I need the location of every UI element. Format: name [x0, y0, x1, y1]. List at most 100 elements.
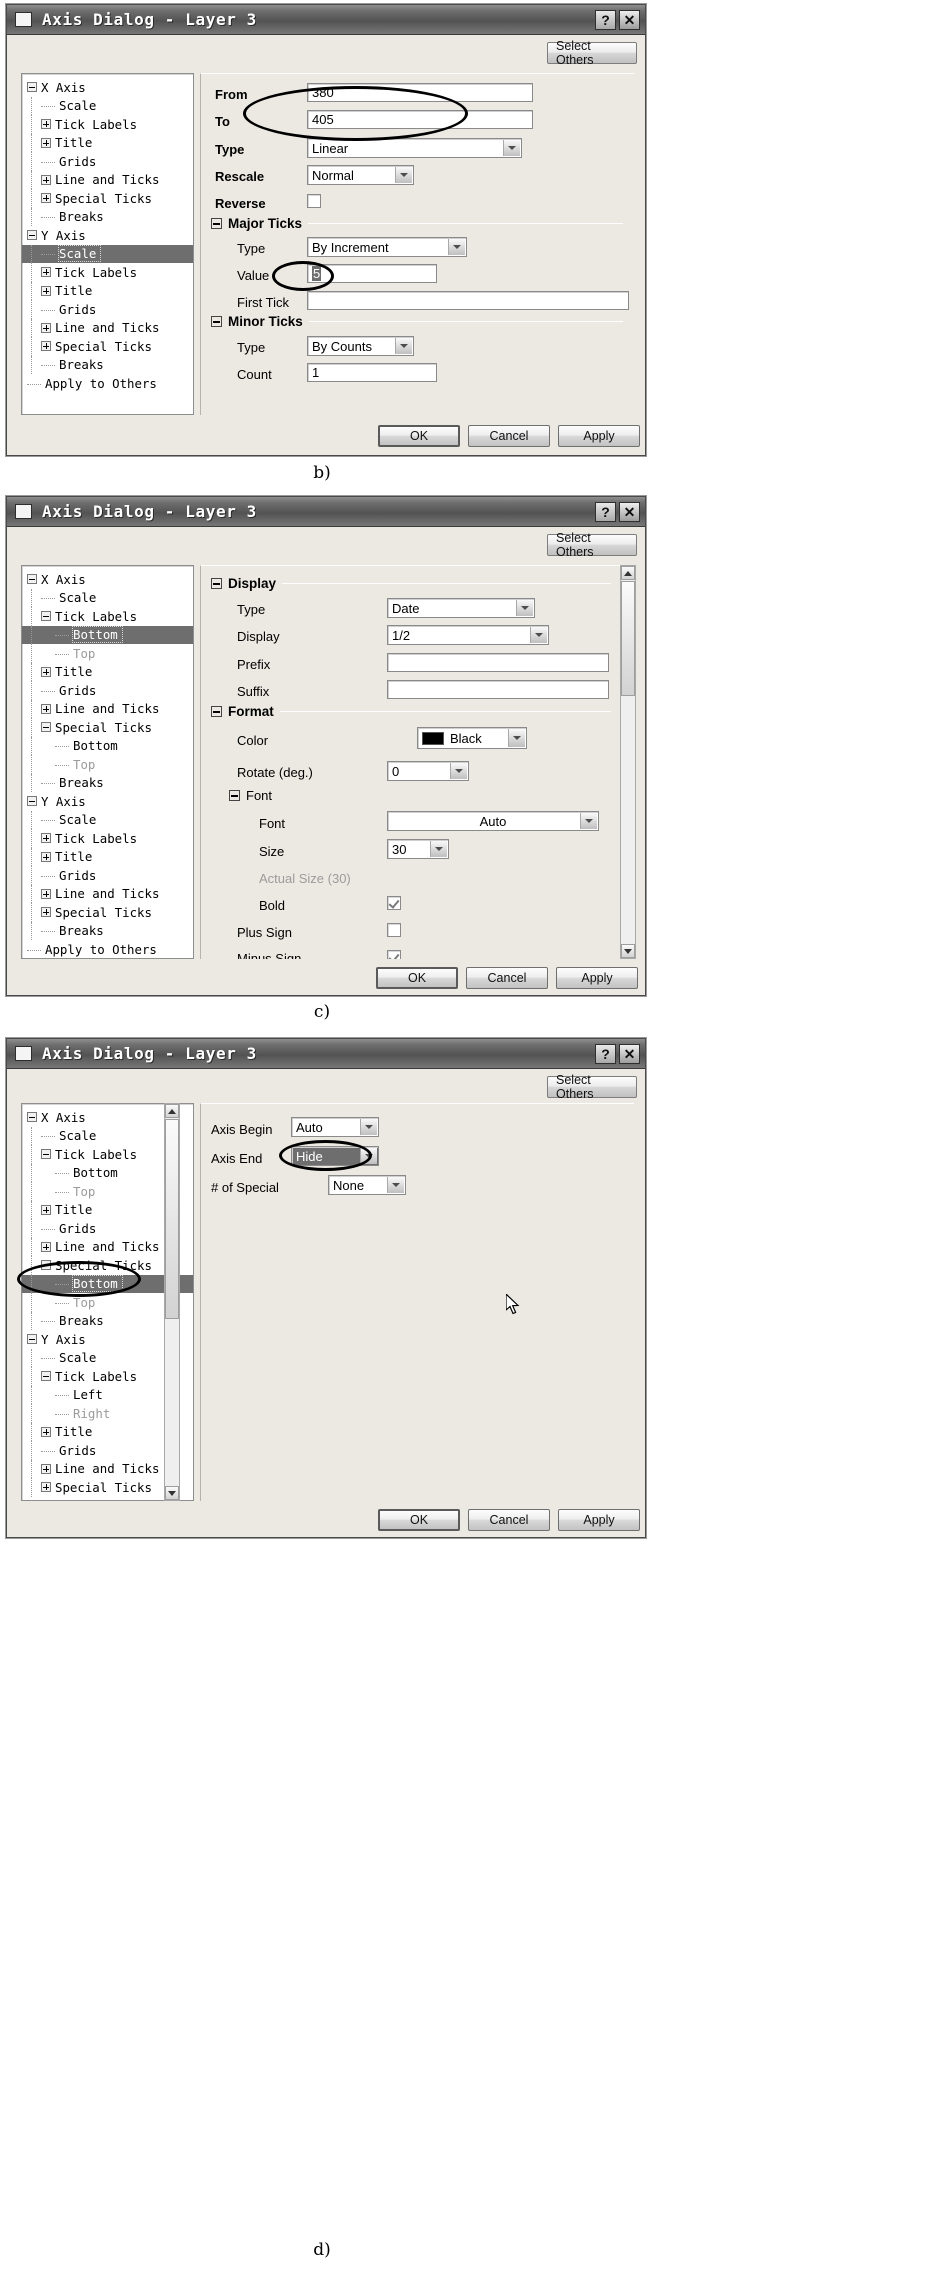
- help-button[interactable]: ?: [595, 501, 616, 522]
- close-button[interactable]: ✕: [619, 1043, 640, 1064]
- format-group[interactable]: Format: [211, 704, 611, 719]
- collapse-icon[interactable]: [211, 218, 222, 229]
- titlebar-b[interactable]: Axis Dialog - Layer 3 ? ✕: [7, 5, 645, 35]
- expand-icon[interactable]: [41, 1241, 51, 1252]
- tree-item-scale[interactable]: Scale: [22, 244, 193, 263]
- scrollbar-thumb[interactable]: [165, 1119, 179, 1319]
- axis-tree-panel-c[interactable]: X Axis Scale Tick Labels Bottom Top Title Grid…: [21, 565, 194, 959]
- to-input[interactable]: 405: [307, 110, 533, 129]
- chevron-down-icon[interactable]: [503, 140, 520, 156]
- plus-sign-checkbox[interactable]: [387, 923, 401, 937]
- tree-item-scale[interactable]: Scale: [22, 810, 193, 829]
- collapse-icon[interactable]: [27, 1112, 37, 1123]
- apply-button-d[interactable]: Apply: [558, 1509, 640, 1531]
- collapse-icon[interactable]: [41, 1149, 51, 1160]
- expand-icon[interactable]: [41, 1482, 51, 1493]
- tree-item-top[interactable]: Top: [22, 755, 193, 774]
- expand-icon[interactable]: [41, 666, 51, 677]
- tree-item-apply-to-others[interactable]: Apply to Others: [22, 940, 193, 958]
- tree-item-grids[interactable]: Grids: [22, 866, 193, 885]
- tree-item-grids[interactable]: Grids: [22, 300, 193, 319]
- chevron-down-icon[interactable]: [516, 600, 533, 616]
- collapse-icon[interactable]: [211, 706, 222, 717]
- tree-item-top[interactable]: Top: [22, 644, 193, 663]
- tree-item-breaks[interactable]: Breaks: [22, 355, 193, 374]
- close-button[interactable]: ✕: [619, 9, 640, 30]
- content-scrollbar-c[interactable]: [620, 565, 636, 959]
- collapse-icon[interactable]: [41, 722, 51, 733]
- close-button[interactable]: ✕: [619, 501, 640, 522]
- tree-item-special-ticks[interactable]: Special Ticks: [22, 903, 193, 922]
- prefix-input[interactable]: [387, 653, 609, 672]
- minor-ticks-group[interactable]: Minor Ticks: [211, 314, 623, 329]
- chevron-down-icon[interactable]: [580, 813, 597, 829]
- tree-item-x-axis[interactable]: X Axis: [22, 570, 193, 589]
- select-others-button-d[interactable]: Select Others: [547, 1073, 637, 1101]
- axis-end-select[interactable]: Hide: [291, 1146, 379, 1166]
- rescale-select[interactable]: Normal: [307, 165, 414, 185]
- tree-item-tick-labels[interactable]: Tick Labels: [22, 115, 193, 134]
- tree-item-tick-labels[interactable]: Tick Labels: [22, 263, 193, 282]
- tree-item-scale[interactable]: Scale: [22, 588, 193, 607]
- chevron-down-icon[interactable]: [395, 167, 412, 183]
- tree-item-tick-labels[interactable]: Tick Labels: [22, 607, 193, 626]
- tree-item-line-and-ticks[interactable]: Line and Ticks: [22, 699, 193, 718]
- suffix-input[interactable]: [387, 680, 609, 699]
- size-select[interactable]: 30: [387, 839, 449, 859]
- ok-button-c[interactable]: OK: [376, 967, 458, 989]
- tree-item-bottom[interactable]: Bottom: [22, 625, 193, 644]
- bold-checkbox[interactable]: [387, 896, 401, 910]
- collapse-icon[interactable]: [41, 611, 51, 622]
- type-select[interactable]: Linear: [307, 138, 522, 158]
- minus-sign-checkbox[interactable]: [387, 950, 401, 959]
- font-select[interactable]: Auto: [387, 811, 599, 831]
- collapse-icon[interactable]: [211, 578, 222, 589]
- expand-icon[interactable]: [41, 888, 51, 899]
- tree-item-special-ticks[interactable]: Special Ticks: [22, 189, 193, 208]
- tree-item-breaks[interactable]: Breaks: [22, 921, 193, 940]
- scroll-down-icon[interactable]: [165, 1486, 179, 1500]
- tree-item-y-axis[interactable]: Y Axis: [22, 226, 193, 245]
- help-button[interactable]: ?: [595, 9, 616, 30]
- select-others-button-c[interactable]: Select Others: [547, 531, 637, 559]
- tree-item-grids[interactable]: Grids: [22, 681, 193, 700]
- tree-item-special-ticks[interactable]: Special Ticks: [22, 337, 193, 356]
- expand-icon[interactable]: [41, 174, 51, 185]
- ok-button-d[interactable]: OK: [378, 1509, 460, 1531]
- first-tick-input[interactable]: [307, 291, 629, 310]
- num-special-select[interactable]: None: [328, 1175, 406, 1195]
- expand-icon[interactable]: [41, 1463, 51, 1474]
- collapse-icon[interactable]: [229, 790, 240, 801]
- scroll-down-icon[interactable]: [621, 944, 635, 958]
- tree-item-title[interactable]: Title: [22, 281, 193, 300]
- tree-item-x-axis[interactable]: X Axis: [22, 78, 193, 97]
- tree-item-y-axis[interactable]: Y Axis: [22, 792, 193, 811]
- chevron-down-icon[interactable]: [448, 239, 465, 255]
- tree-item-tick-labels[interactable]: Tick Labels: [22, 829, 193, 848]
- expand-icon[interactable]: [41, 1426, 51, 1437]
- cancel-button-c[interactable]: Cancel: [466, 967, 548, 989]
- chevron-down-icon[interactable]: [387, 1177, 404, 1193]
- expand-icon[interactable]: [41, 341, 51, 352]
- cancel-button-b[interactable]: Cancel: [468, 425, 550, 447]
- major-ticks-group[interactable]: Major Ticks: [211, 216, 623, 231]
- collapse-icon[interactable]: [27, 82, 37, 93]
- collapse-icon[interactable]: [41, 1260, 51, 1271]
- expand-icon[interactable]: [41, 703, 51, 714]
- tree-item-breaks[interactable]: Breaks: [22, 773, 193, 792]
- tree-item-title[interactable]: Title: [22, 847, 193, 866]
- ok-button-b[interactable]: OK: [378, 425, 460, 447]
- tree-item-bottom[interactable]: Bottom: [22, 736, 193, 755]
- reverse-checkbox[interactable]: [307, 194, 321, 208]
- titlebar-c[interactable]: Axis Dialog - Layer 3 ? ✕: [7, 497, 645, 527]
- ticklabel-type-select[interactable]: Date: [387, 598, 535, 618]
- display-select[interactable]: 1/2: [387, 625, 549, 645]
- tree-scrollbar-d[interactable]: [164, 1103, 180, 1501]
- font-group[interactable]: Font: [229, 788, 349, 803]
- expand-icon[interactable]: [41, 322, 51, 333]
- chevron-down-icon[interactable]: [395, 338, 412, 354]
- scroll-up-icon[interactable]: [165, 1104, 179, 1118]
- tree-item-line-and-ticks[interactable]: Line and Ticks: [22, 318, 193, 337]
- cancel-button-d[interactable]: Cancel: [468, 1509, 550, 1531]
- major-value-input[interactable]: 5: [307, 264, 437, 283]
